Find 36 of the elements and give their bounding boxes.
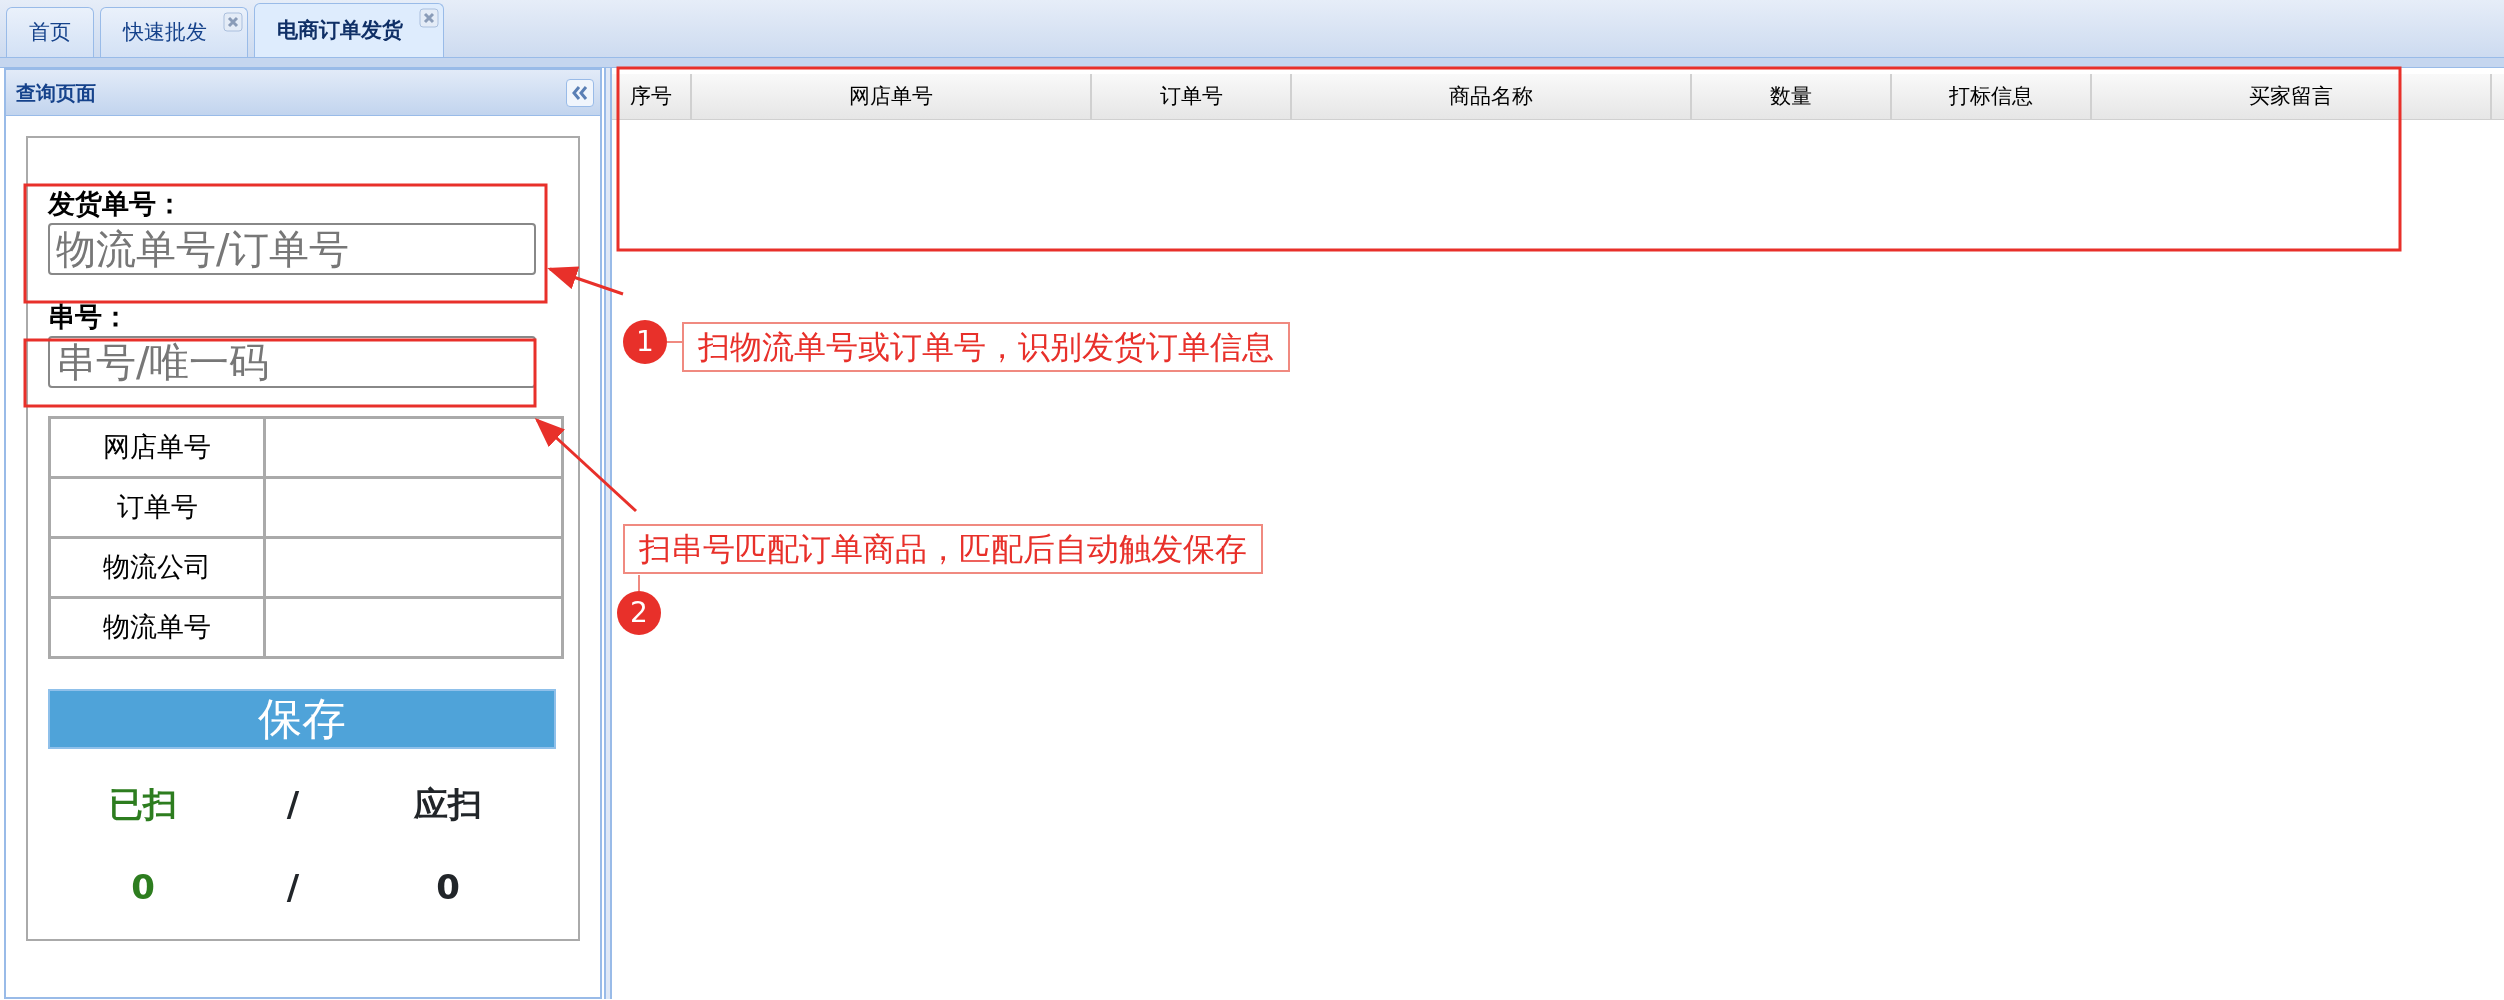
count-value: 0: [131, 867, 155, 907]
field-label: 发货单号：: [48, 190, 184, 217]
input-field[interactable]: 物流单号/订单号: [48, 223, 536, 275]
number-badge: 2: [617, 591, 661, 635]
table-cell: 订单号: [49, 477, 265, 538]
tab[interactable]: 电商订单发货: [254, 3, 444, 57]
panel-title: 查询页面: [16, 79, 96, 107]
leader-line: [638, 574, 640, 592]
column-header: 数量: [1692, 74, 1892, 119]
collapse-button[interactable]: [566, 78, 594, 107]
table-cell: 物流公司: [49, 537, 265, 598]
tab[interactable]: 快速批发: [100, 7, 248, 57]
column-header: 买家留言: [2092, 74, 2492, 119]
column-header: 订单号: [1092, 74, 1292, 119]
splitter-bar[interactable]: [604, 68, 612, 999]
count-label: 应扫: [414, 784, 482, 824]
double-chevron-left-icon: [571, 84, 589, 101]
count-value: 0: [436, 867, 460, 907]
leader-line: [666, 341, 683, 343]
separator: /: [286, 867, 300, 907]
column-header: 打标信息: [1892, 74, 2092, 119]
number-badge: 1: [623, 320, 667, 364]
table-cell: 网店单号: [49, 417, 265, 478]
table-cell: 物流单号: [49, 597, 265, 658]
column-header: 网店单号: [692, 74, 1092, 119]
count-label: 已扫: [109, 784, 177, 824]
input-field[interactable]: 串号/唯一码: [48, 336, 536, 388]
column-header: 商品名称: [1292, 74, 1692, 119]
callout-text: 扫串号匹配订单商品，匹配后自动触发保存: [623, 524, 1263, 574]
close-icon[interactable]: [223, 12, 243, 32]
close-icon[interactable]: [419, 8, 439, 28]
separator: /: [286, 784, 300, 824]
tab[interactable]: 首页: [6, 7, 94, 57]
column-header: 序号: [612, 74, 692, 119]
field-label: 串号：: [48, 303, 130, 330]
callout-text: 扫物流单号或订单号，识别发货订单信息: [682, 322, 1290, 372]
